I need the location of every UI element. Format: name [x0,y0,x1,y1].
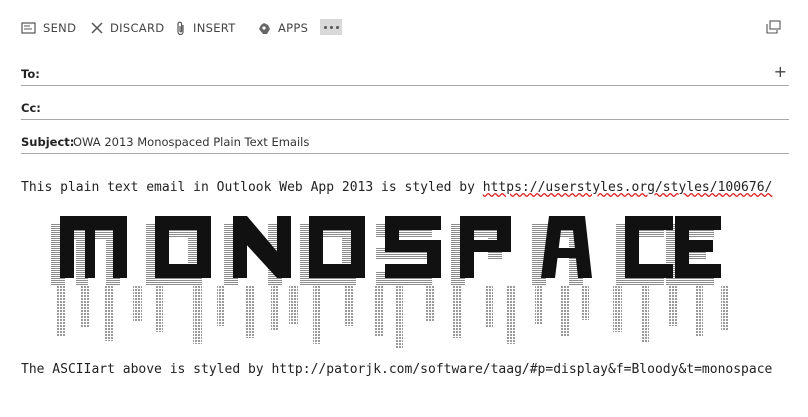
subject-label: Subject: [21,135,75,149]
ascii-shadow [51,224,714,286]
body-line-2[interactable]: The ASCIIart above is styled by http://p… [21,362,772,377]
insert-label: INSERT [193,21,236,35]
body-line-1-text: This plain text email in Outlook Web App… [21,180,483,195]
to-label: To: [21,67,40,81]
apps-button[interactable]: APPS [257,18,308,38]
cc-label: Cc: [21,101,41,115]
apps-icon [259,22,270,34]
close-icon [91,22,103,34]
compose-toolbar: SEND DISCARD INSERT APPS [0,0,808,56]
send-icon [21,22,36,34]
to-field[interactable]: To: + [21,63,789,86]
ascii-drips [57,286,729,348]
paperclip-icon [177,21,184,35]
subject-field[interactable]: Subject: OWA 2013 Monospaced Plain Text … [21,131,789,154]
more-options-button[interactable] [320,19,342,35]
userstyles-link[interactable]: https://userstyles.org/styles/100676/ [483,180,773,195]
body-line-1[interactable]: This plain text email in Outlook Web App… [21,180,772,195]
send-label: SEND [43,21,77,35]
add-recipient-icon[interactable]: + [774,64,787,80]
apps-label: APPS [278,21,309,35]
ascii-art-banner [51,216,729,348]
subject-input[interactable]: OWA 2013 Monospaced Plain Text Emails [73,135,309,149]
send-button[interactable]: SEND [21,18,76,38]
discard-button[interactable]: DISCARD [91,18,164,38]
cc-field[interactable]: Cc: [21,97,789,120]
ellipsis-icon [323,25,327,29]
discard-label: DISCARD [110,21,165,35]
insert-button[interactable]: INSERT [176,18,236,38]
popout-icon [766,20,781,34]
popout-button[interactable] [766,19,781,38]
